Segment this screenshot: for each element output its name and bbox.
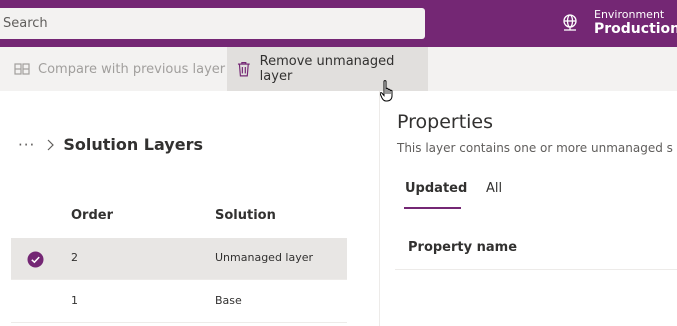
row-solution: Unmanaged layer <box>215 251 314 264</box>
command-bar: Compare with previous layer Remove unman… <box>0 47 677 91</box>
row-order: 2 <box>71 251 78 264</box>
remove-button-label: Remove unmanaged layer <box>259 54 395 84</box>
breadcrumb-overflow-button[interactable]: ··· <box>18 136 35 154</box>
active-tab-indicator <box>404 207 461 209</box>
checkmark-circle-icon[interactable] <box>27 251 44 268</box>
top-bar: Environment Production <box>0 0 677 47</box>
table-row[interactable]: 1 Base <box>11 281 347 323</box>
row-solution: Base <box>215 294 242 307</box>
properties-title: Properties <box>397 111 494 133</box>
compare-previous-layer-button[interactable]: Compare with previous layer <box>13 47 225 91</box>
column-header-solution[interactable]: Solution <box>215 208 276 223</box>
chevron-right-icon <box>47 139 55 150</box>
column-header-order[interactable]: Order <box>71 208 113 223</box>
header-divider <box>395 269 677 270</box>
hand-cursor-icon <box>379 80 393 102</box>
table-row[interactable]: 2 Unmanaged layer <box>11 238 347 280</box>
page-title: Solution Layers <box>63 135 203 154</box>
row-order: 1 <box>71 294 78 307</box>
compare-button-label: Compare with previous layer <box>38 61 226 77</box>
column-header-property-name[interactable]: Property name <box>408 240 517 255</box>
search-box[interactable] <box>0 8 425 39</box>
pane-divider <box>379 91 380 326</box>
tab-all[interactable]: All <box>486 181 502 196</box>
remove-unmanaged-layer-button[interactable]: Remove unmanaged layer <box>227 47 428 91</box>
globe-icon <box>563 14 577 31</box>
environment-label: Environment <box>594 7 665 21</box>
breadcrumb: ··· Solution Layers <box>18 135 203 154</box>
environment-name: Production <box>594 21 677 38</box>
trash-icon <box>237 62 250 77</box>
solution-layers-pane: ··· Solution Layers Order Solution 2 Unm… <box>0 91 380 326</box>
environment-selector[interactable]: Environment Production <box>560 5 677 41</box>
tab-updated[interactable]: Updated <box>405 181 467 196</box>
search-input[interactable] <box>0 8 425 39</box>
compare-icon <box>14 63 30 75</box>
properties-description: This layer contains one or more unmanage… <box>397 141 673 155</box>
